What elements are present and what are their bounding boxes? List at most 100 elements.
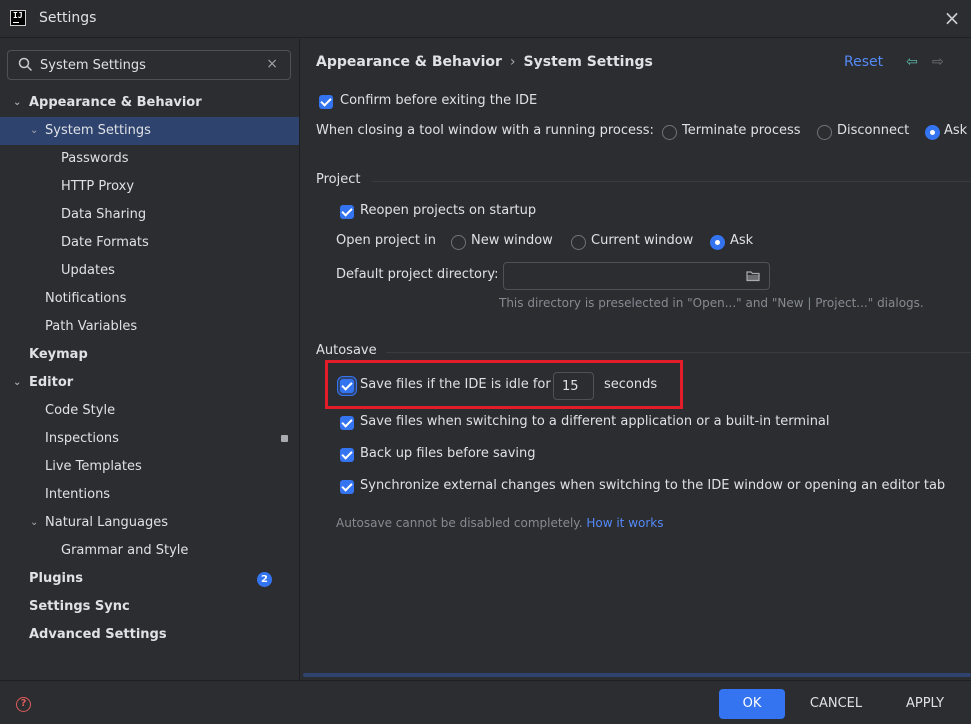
autosave-section-title: Autosave <box>316 343 377 358</box>
tree-item-grammar-style[interactable]: Grammar and Style <box>0 537 299 565</box>
tree-item-label: Plugins <box>29 571 83 586</box>
ask-closing-label: Ask <box>944 123 968 138</box>
dialog-footer: ? OK CANCEL APPLY <box>0 680 971 724</box>
ask-open-radio[interactable] <box>710 235 725 250</box>
settings-search[interactable]: × <box>7 50 291 80</box>
breadcrumb: Appearance & Behavior › System Settings <box>316 54 653 70</box>
tree-item-label: Path Variables <box>45 319 138 334</box>
confirm-exit-checkbox[interactable] <box>319 95 333 109</box>
tree-item-data-sharing[interactable]: Data Sharing <box>0 201 299 229</box>
tree-item-intentions[interactable]: Intentions <box>0 481 299 509</box>
search-icon <box>18 57 33 72</box>
ask-closing-radio[interactable] <box>925 125 940 140</box>
title-bar: IJ Settings × <box>0 0 971 38</box>
tree-item-keymap[interactable]: Keymap <box>0 341 299 369</box>
reopen-projects-label: Reopen projects on startup <box>360 203 537 218</box>
switch-app-save-checkbox[interactable] <box>340 416 354 430</box>
chevron-down-icon[interactable]: ⌄ <box>30 509 40 537</box>
current-window-radio[interactable] <box>571 235 586 250</box>
tree-item-label: Inspections <box>45 431 119 446</box>
default-dir-hint: This directory is preselected in "Open..… <box>499 296 924 310</box>
tree-item-label: Notifications <box>45 291 127 306</box>
sync-external-checkbox[interactable] <box>340 480 354 494</box>
settings-sidebar: × ⌄ Appearance & Behavior ⌄ System Setti… <box>0 39 300 680</box>
reopen-projects-checkbox[interactable] <box>340 205 354 219</box>
chevron-down-icon[interactable]: ⌄ <box>13 369 23 397</box>
forward-arrow-icon[interactable]: ⇨ <box>932 54 944 70</box>
tree-item-label: Editor <box>29 375 74 390</box>
tree-item-appearance-behavior[interactable]: ⌄ Appearance & Behavior <box>0 89 299 117</box>
tree-item-label: Date Formats <box>61 235 149 250</box>
new-window-label: New window <box>471 233 553 248</box>
logo-bar <box>13 22 19 23</box>
folder-browse-icon[interactable] <box>746 270 761 282</box>
seconds-label: seconds <box>604 377 658 392</box>
tree-item-label: Live Templates <box>45 459 142 474</box>
new-window-radio[interactable] <box>451 235 466 250</box>
project-section-divider <box>372 181 971 182</box>
tree-item-settings-sync[interactable]: Settings Sync <box>0 593 299 621</box>
tree-item-plugins[interactable]: Plugins 2 <box>0 565 299 593</box>
project-scope-icon <box>281 435 288 442</box>
chevron-down-icon[interactable]: ⌄ <box>13 89 23 117</box>
tree-item-label: Updates <box>61 263 115 278</box>
tree-item-system-settings[interactable]: ⌄ System Settings <box>0 117 299 145</box>
tree-item-path-variables[interactable]: Path Variables <box>0 313 299 341</box>
apply-button[interactable]: APPLY <box>892 689 958 719</box>
switch-app-save-label: Save files when switching to a different… <box>360 414 830 429</box>
autosave-note-text: Autosave cannot be disabled completely. <box>336 516 583 530</box>
backup-checkbox[interactable] <box>340 448 354 462</box>
tree-item-natural-languages[interactable]: ⌄ Natural Languages <box>0 509 299 537</box>
ask-open-label: Ask <box>730 233 754 248</box>
default-dir-label: Default project directory: <box>336 267 499 282</box>
intellij-logo-icon: IJ <box>10 10 26 26</box>
tree-item-label: Natural Languages <box>45 515 169 530</box>
how-it-works-link[interactable]: How it works <box>586 516 663 530</box>
breadcrumb-separator: › <box>509 54 516 70</box>
settings-content: Appearance & Behavior › System Settings Re… <box>301 39 971 680</box>
tree-item-advanced-settings[interactable]: Advanced Settings <box>0 621 299 649</box>
tree-item-editor[interactable]: ⌄ Editor <box>0 369 299 397</box>
tree-item-updates[interactable]: Updates <box>0 257 299 285</box>
idle-save-checkbox[interactable] <box>340 379 354 393</box>
tree-item-date-formats[interactable]: Date Formats <box>0 229 299 257</box>
sync-external-label: Synchronize external changes when switch… <box>360 478 946 493</box>
idle-seconds-input[interactable] <box>553 372 594 400</box>
open-project-in-label: Open project in <box>336 233 436 248</box>
tree-item-label: Code Style <box>45 403 116 418</box>
tree-item-http-proxy[interactable]: HTTP Proxy <box>0 173 299 201</box>
tree-item-label: Appearance & Behavior <box>29 95 202 110</box>
back-arrow-icon[interactable]: ⇦ <box>906 54 918 70</box>
tree-item-label: Grammar and Style <box>61 543 189 558</box>
tree-item-label: Keymap <box>29 347 88 362</box>
logo-text: IJ <box>13 11 23 20</box>
default-dir-field[interactable] <box>503 262 770 290</box>
terminate-process-radio[interactable] <box>662 125 677 140</box>
tree-item-label: System Settings <box>45 123 151 138</box>
search-input[interactable] <box>40 56 260 74</box>
window-title: Settings <box>39 10 97 26</box>
breadcrumb-parent[interactable]: Appearance & Behavior <box>316 54 502 70</box>
autosave-section-divider <box>386 352 971 353</box>
tree-item-label: Data Sharing <box>61 207 147 222</box>
horizontal-scrollbar[interactable] <box>303 673 971 677</box>
autosave-note: Autosave cannot be disabled completely. … <box>336 516 663 530</box>
tree-item-passwords[interactable]: Passwords <box>0 145 299 173</box>
help-icon[interactable]: ? <box>16 697 31 712</box>
terminate-process-label: Terminate process <box>682 123 801 138</box>
confirm-exit-label: Confirm before exiting the IDE <box>340 93 538 108</box>
tree-item-label: Settings Sync <box>29 599 130 614</box>
reset-link[interactable]: Reset <box>844 54 883 70</box>
disconnect-radio[interactable] <box>817 125 832 140</box>
ok-button[interactable]: OK <box>719 689 785 719</box>
tree-item-notifications[interactable]: Notifications <box>0 285 299 313</box>
chevron-down-icon[interactable]: ⌄ <box>30 117 40 145</box>
tree-item-live-templates[interactable]: Live Templates <box>0 453 299 481</box>
clear-search-icon[interactable]: × <box>266 56 278 72</box>
idle-save-label: Save files if the IDE is idle for <box>360 377 551 392</box>
tree-item-inspections[interactable]: Inspections <box>0 425 299 453</box>
cancel-button[interactable]: CANCEL <box>800 689 872 719</box>
backup-label: Back up files before saving <box>360 446 536 461</box>
tree-item-code-style[interactable]: Code Style <box>0 397 299 425</box>
close-icon[interactable]: × <box>941 7 963 29</box>
